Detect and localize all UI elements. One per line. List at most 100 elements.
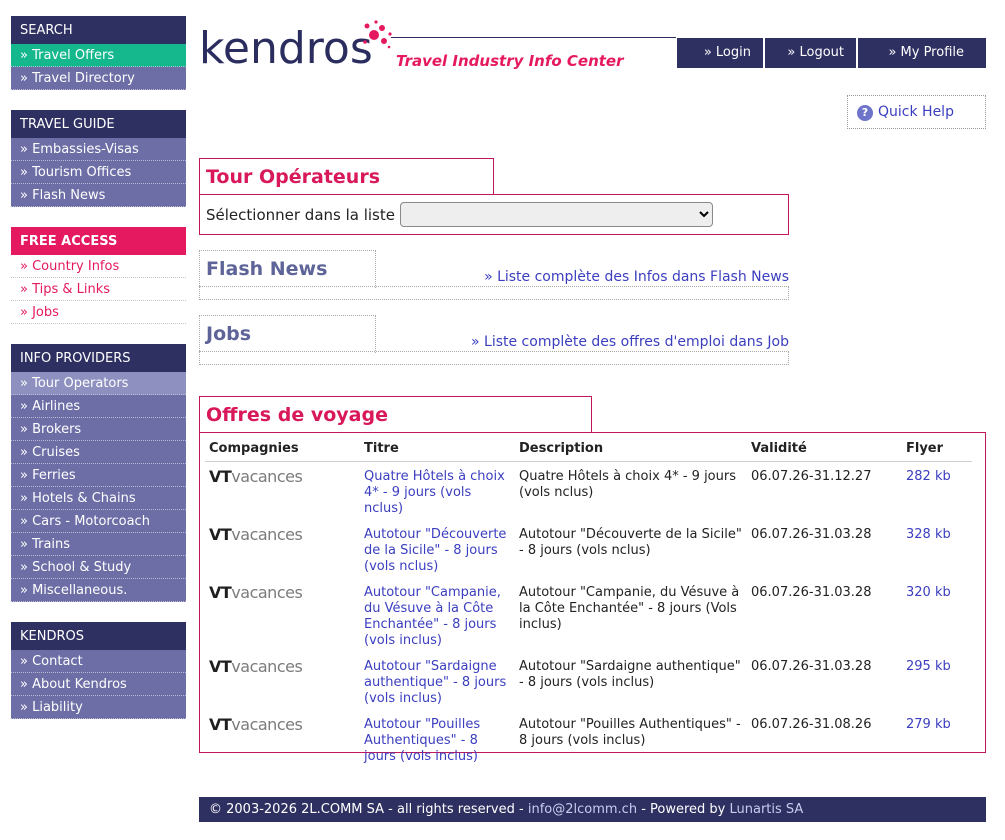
jobs-full-list-link[interactable]: » Liste complète des offres d'emploi dan… <box>471 334 789 350</box>
sidebar-group-kendros: KENDROS » Contact » About Kendros » Liab… <box>11 622 186 719</box>
offer-description: Autotour "Campanie, du Vésuve à la Côte … <box>519 585 740 632</box>
offer-title-link[interactable]: Autotour "Campanie, du Vésuve à la Côte … <box>360 578 515 652</box>
column-header-validite: Validité <box>747 438 902 462</box>
jobs-divider <box>199 351 789 352</box>
vt-vacances-logo[interactable]: VTvacances <box>209 583 303 602</box>
quick-help-label: Quick Help <box>878 104 954 120</box>
table-row: VTvacances Quatre Hôtels à choix 4* - 9 … <box>205 462 972 521</box>
offres-title: Offres de voyage <box>206 404 388 426</box>
company-cell: VTvacances <box>205 520 360 578</box>
column-header-description: Description <box>515 438 747 462</box>
sidebar-heading-search: SEARCH <box>11 16 186 44</box>
sidebar-item-travel-directory[interactable]: » Travel Directory <box>11 67 186 90</box>
quick-help-button[interactable]: ? Quick Help <box>847 95 986 129</box>
sidebar-group-free-access: FREE ACCESS » Country Infos » Tips & Lin… <box>11 227 186 324</box>
sidebar-group-info-providers: INFO PROVIDERS » Tour Operators » Airlin… <box>11 344 186 602</box>
sidebar-item-tour-operators[interactable]: » Tour Operators <box>11 372 186 395</box>
table-row: VTvacances Autotour "Découverte de la Si… <box>205 520 972 578</box>
offer-description: Quatre Hôtels à choix 4* - 9 jours (vols… <box>519 469 736 500</box>
sidebar-item-about-kendros[interactable]: » About Kendros <box>11 673 186 696</box>
vt-vacances-logo[interactable]: VTvacances <box>209 715 303 734</box>
sidebar-item-hotels-chains[interactable]: » Hotels & Chains <box>11 487 186 510</box>
sidebar-item-ferries[interactable]: » Ferries <box>11 464 186 487</box>
sidebar-item-embassies-visas[interactable]: » Embassies-Visas <box>11 138 186 161</box>
sidebar-item-jobs[interactable]: » Jobs <box>11 301 186 324</box>
offer-validity: 06.07.26-31.03.28 <box>751 585 872 600</box>
footer-powered-text: - Powered by <box>637 802 730 817</box>
sidebar-item-cruises[interactable]: » Cruises <box>11 441 186 464</box>
sidebar-heading-free-access: FREE ACCESS <box>11 227 186 255</box>
footer-email-link[interactable]: info@2lcomm.ch <box>528 802 637 817</box>
offer-title-link[interactable]: Autotour "Sardaigne authentique" - 8 jou… <box>360 652 515 710</box>
offer-validity: 06.07.26-31.08.26 <box>751 717 872 732</box>
select-label: Sélectionner dans la liste <box>206 206 395 224</box>
vt-vacances-logo[interactable]: VTvacances <box>209 467 303 486</box>
sidebar-item-flash-news[interactable]: » Flash News <box>11 184 186 207</box>
sidebar-item-miscellaneous[interactable]: » Miscellaneous. <box>11 579 186 602</box>
sidebar-item-brokers[interactable]: » Brokers <box>11 418 186 441</box>
flyer-link[interactable]: 282 kb <box>902 462 972 521</box>
sidebar-item-airlines[interactable]: » Airlines <box>11 395 186 418</box>
sidebar-item-contact[interactable]: » Contact <box>11 650 186 673</box>
offers-table: Compagnies Titre Description Validité Fl… <box>205 438 972 768</box>
offer-description: Autotour "Pouilles Authentiques" - 8 jou… <box>519 717 741 748</box>
offer-validity: 06.07.26-31.03.28 <box>751 527 872 542</box>
sidebar-item-trains[interactable]: » Trains <box>11 533 186 556</box>
vt-vacances-logo[interactable]: VTvacances <box>209 657 303 676</box>
footer: © 2003-2026 2L.COMM SA - all rights rese… <box>199 797 986 822</box>
table-row: VTvacances Autotour "Sardaigne authentiq… <box>205 652 972 710</box>
table-row: VTvacances Autotour "Pouilles Authentiqu… <box>205 710 972 768</box>
sidebar: SEARCH » Travel Offers » Travel Director… <box>11 16 186 739</box>
logo-tagline: Travel Industry Info Center <box>396 52 624 70</box>
flyer-link[interactable]: 279 kb <box>902 710 972 768</box>
sidebar-item-school-study[interactable]: » School & Study <box>11 556 186 579</box>
offer-description: Autotour "Sardaigne authentique" - 8 jou… <box>519 659 741 690</box>
flash-news-box <box>199 287 789 300</box>
offer-description: Autotour "Découverte de la Sicile" - 8 j… <box>519 527 742 558</box>
sidebar-item-cars-motorcoach[interactable]: » Cars - Motorcoach <box>11 510 186 533</box>
sidebar-item-tips-links[interactable]: » Tips & Links <box>11 278 186 301</box>
logout-button[interactable]: » Logout <box>765 38 856 68</box>
logo-wordmark: kendros <box>199 23 373 74</box>
logo-rule <box>391 37 676 38</box>
column-header-compagnies: Compagnies <box>205 438 360 462</box>
sidebar-item-country-infos[interactable]: » Country Infos <box>11 255 186 278</box>
offer-title-link[interactable]: Quatre Hôtels à choix 4* - 9 jours (vols… <box>360 462 515 521</box>
tour-operateurs-title: Tour Opérateurs <box>206 166 381 188</box>
offer-validity: 06.07.26-31.03.28 <box>751 659 872 674</box>
flash-news-title: Flash News <box>206 258 328 280</box>
column-header-titre: Titre <box>360 438 515 462</box>
jobs-title: Jobs <box>206 323 252 345</box>
my-profile-button[interactable]: » My Profile <box>858 38 986 68</box>
flyer-link[interactable]: 328 kb <box>902 520 972 578</box>
sidebar-item-tourism-offices[interactable]: » Tourism Offices <box>11 161 186 184</box>
sidebar-heading-kendros: KENDROS <box>11 622 186 650</box>
login-button[interactable]: » Login <box>677 38 763 68</box>
offer-title-link[interactable]: Autotour "Pouilles Authentiques" - 8 jou… <box>360 710 515 768</box>
company-cell: VTvacances <box>205 652 360 710</box>
flash-news-divider <box>199 286 789 287</box>
offer-title-link[interactable]: Autotour "Découverte de la Sicile" - 8 j… <box>360 520 515 578</box>
offer-validity: 06.07.26-31.12.27 <box>751 469 872 484</box>
offers-header-row: Compagnies Titre Description Validité Fl… <box>205 438 972 462</box>
column-header-flyer: Flyer <box>902 438 972 462</box>
vt-vacances-logo[interactable]: VTvacances <box>209 525 303 544</box>
company-cell: VTvacances <box>205 578 360 652</box>
help-icon: ? <box>857 105 873 121</box>
table-row: VTvacances Autotour "Campanie, du Vésuve… <box>205 578 972 652</box>
kendros-logo[interactable]: kendros Travel Industry Info Center <box>199 18 679 78</box>
jobs-box <box>199 352 789 365</box>
sidebar-item-travel-offers[interactable]: » Travel Offers <box>11 44 186 67</box>
sidebar-item-liability[interactable]: » Liability <box>11 696 186 719</box>
logo-dots-icon <box>363 20 392 49</box>
footer-copyright: © 2003-2026 2L.COMM SA - all rights rese… <box>209 802 528 817</box>
flyer-link[interactable]: 295 kb <box>902 652 972 710</box>
flash-news-full-list-link[interactable]: » Liste complète des Infos dans Flash Ne… <box>484 269 789 285</box>
sidebar-heading-info-providers: INFO PROVIDERS <box>11 344 186 372</box>
sidebar-group-search: SEARCH » Travel Offers » Travel Director… <box>11 16 186 90</box>
tour-operator-select[interactable] <box>400 202 713 227</box>
footer-lunartis-link[interactable]: Lunartis SA <box>730 802 804 817</box>
sidebar-heading-travel-guide: TRAVEL GUIDE <box>11 110 186 138</box>
flyer-link[interactable]: 320 kb <box>902 578 972 652</box>
sidebar-group-travel-guide: TRAVEL GUIDE » Embassies-Visas » Tourism… <box>11 110 186 207</box>
